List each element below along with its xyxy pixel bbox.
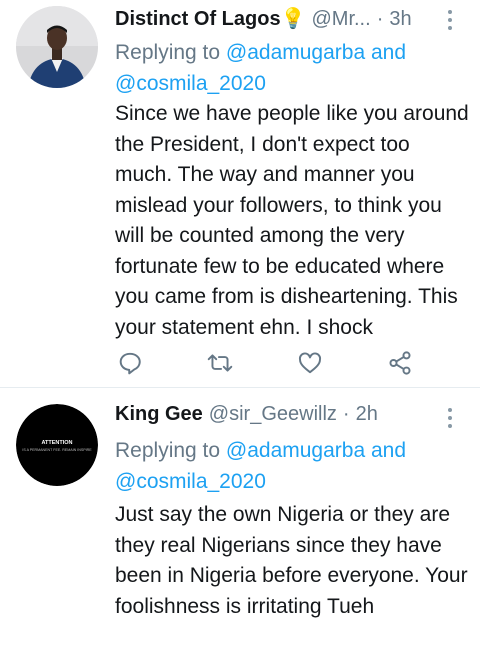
more-icon[interactable] (448, 408, 454, 428)
reply-button[interactable] (114, 347, 146, 379)
share-icon (389, 351, 411, 375)
lightbulb-emoji: 💡 (280, 8, 306, 30)
mention-link[interactable]: @cosmila_2020 (115, 72, 266, 95)
more-icon[interactable] (448, 10, 454, 30)
retweet-button[interactable] (204, 347, 236, 379)
timestamp[interactable]: 2h (356, 403, 378, 426)
avatar-text-1: ATTENTION (41, 440, 72, 446)
tweet-2[interactable]: ATTENTION IS A PERMANENT FEE. REMAIN INS… (0, 388, 480, 654)
mention-link[interactable]: @adamugarba (226, 439, 365, 462)
tweet-header: Distinct Of Lagos 💡 @Mr... · 3h (115, 6, 470, 31)
avatar-text-2: IS A PERMANENT FEE. REMAIN INSPIRE (22, 448, 92, 452)
mention-link[interactable]: @adamugarba (226, 41, 365, 64)
mention-conj[interactable]: and (371, 439, 406, 462)
mention-conj[interactable]: and (371, 41, 406, 64)
avatar[interactable]: ATTENTION IS A PERMANENT FEE. REMAIN INS… (16, 404, 98, 486)
like-icon (298, 352, 322, 374)
replying-to: Replying to @adamugarba and @cosmila_202… (115, 435, 455, 497)
replying-to: Replying to @adamugarba and @cosmila_202… (115, 37, 455, 99)
replying-prefix: Replying to (115, 439, 221, 462)
mention-link[interactable]: @cosmila_2020 (115, 470, 266, 493)
username[interactable]: @Mr... (311, 8, 370, 31)
tweet-text: Since we have people like you around the… (115, 102, 469, 339)
tweet-header: King Gee @sir_Geewillz · 2h (115, 403, 470, 426)
separator-dot: · (376, 8, 384, 30)
avatar[interactable] (16, 6, 98, 88)
reply-icon (119, 352, 141, 375)
retweet-icon (207, 354, 233, 372)
display-name[interactable]: King Gee (115, 403, 203, 426)
like-button[interactable] (294, 347, 326, 379)
replying-prefix: Replying to (115, 41, 221, 64)
timestamp[interactable]: 3h (389, 8, 411, 31)
display-name[interactable]: Distinct Of Lagos (115, 8, 281, 31)
username[interactable]: @sir_Geewillz (209, 403, 337, 426)
separator-dot: · (342, 403, 350, 425)
share-button[interactable] (384, 347, 416, 379)
tweet-actions (110, 347, 411, 379)
tweet-1[interactable]: Distinct Of Lagos 💡 @Mr... · 3h Replying… (0, 0, 480, 388)
tweet-text: Just say the own Nigeria or they are the… (115, 503, 468, 618)
